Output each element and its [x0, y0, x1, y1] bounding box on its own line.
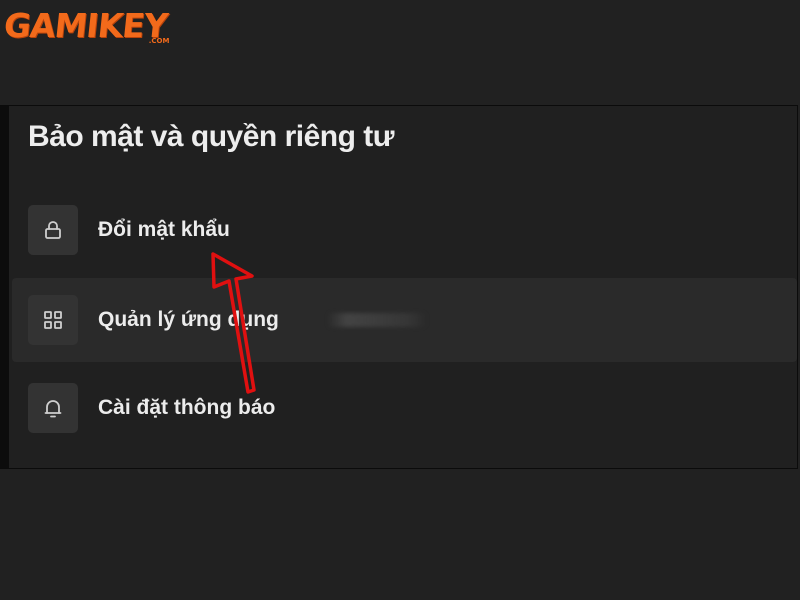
lock-icon: [28, 205, 78, 255]
manage-apps-label: Quản lý ứng dụng: [98, 308, 279, 331]
grid-apps-icon: [28, 295, 78, 345]
security-privacy-panel: Bảo mật và quyền riêng tư Đổi mật khẩu Q…: [0, 105, 798, 469]
change-password-label: Đổi mật khẩu: [98, 218, 230, 241]
notification-settings-label: Cài đặt thông báo: [98, 396, 276, 419]
change-password-item[interactable]: Đổi mật khẩu: [12, 188, 797, 272]
notification-settings-item[interactable]: Cài đặt thông báo: [12, 366, 797, 450]
redacted-text: [326, 313, 427, 327]
page-title: Bảo mật và quyền riêng tư: [28, 120, 394, 153]
gamikey-logo: GAMIKEY .COM: [2, 6, 169, 46]
logo-text: GAMIKEY: [2, 6, 169, 45]
bell-icon: [28, 383, 78, 433]
manage-apps-item[interactable]: Quản lý ứng dụng: [12, 278, 797, 362]
panel-edge: [0, 106, 9, 468]
